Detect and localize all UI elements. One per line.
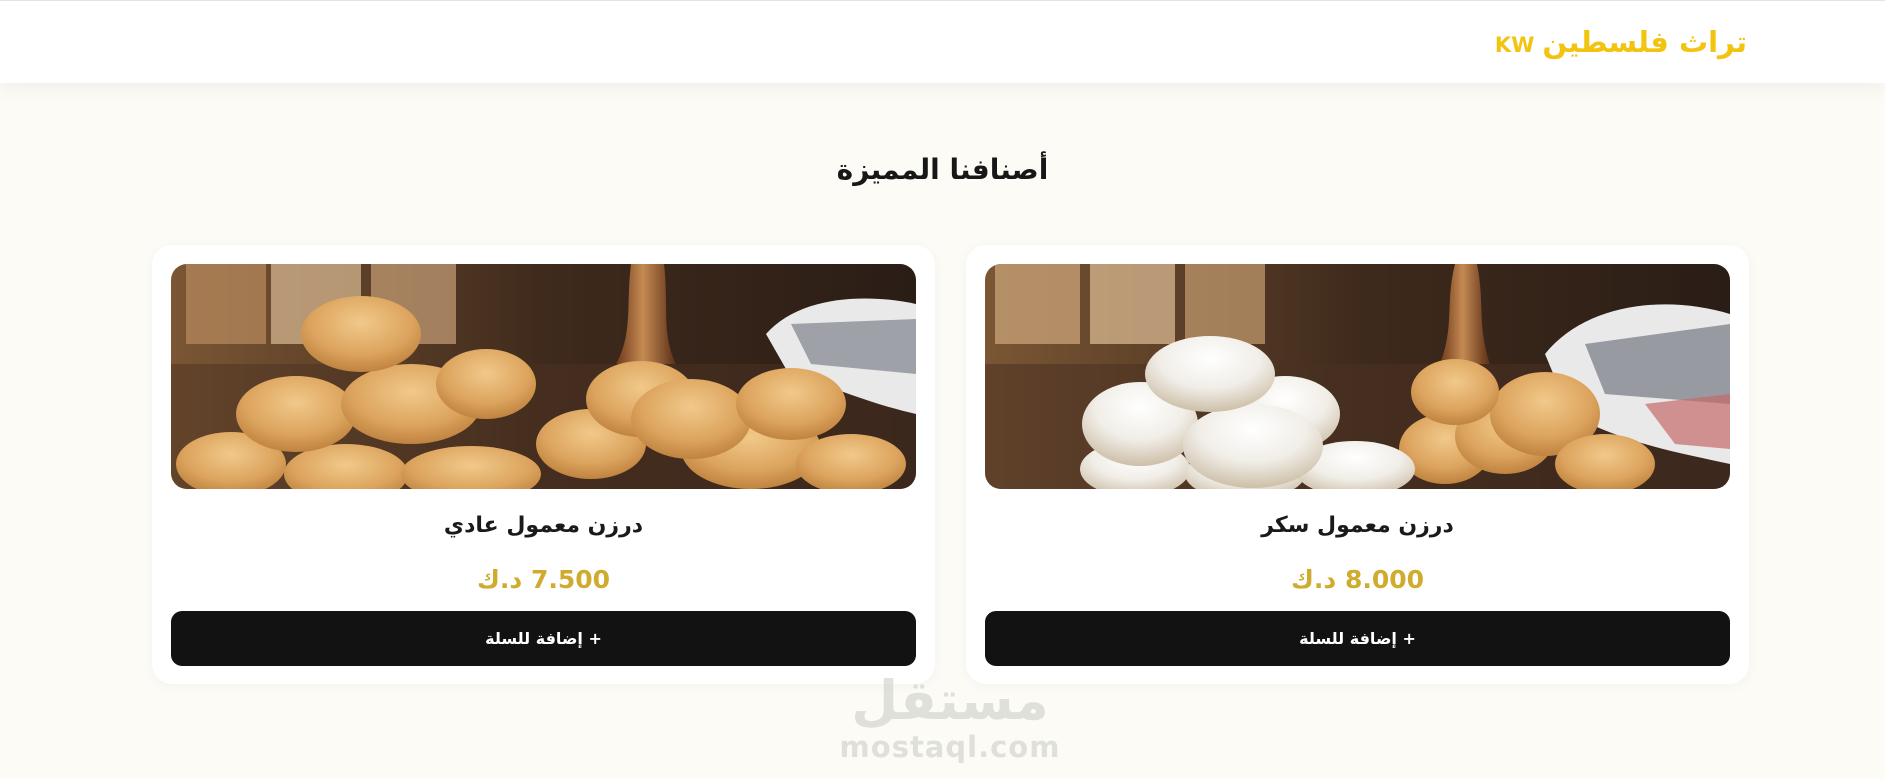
product-price: 8.000 د.ك <box>1290 565 1425 594</box>
maamoul-plain-photo <box>171 264 916 489</box>
add-to-cart-button[interactable]: + إضافة للسلة <box>985 611 1730 666</box>
brand-name: تراث فلسطين <box>1542 25 1747 59</box>
product-card: درزن معمول عادي 7.500 د.ك + إضافة للسلة <box>152 245 935 684</box>
section-title: أصنافنا المميزة <box>836 153 1049 186</box>
brand-suffix: KW <box>1494 33 1535 57</box>
watermark-arabic: مستقل <box>851 669 1049 732</box>
maamoul-sugar-photo <box>985 264 1730 489</box>
product-price: 7.500 د.ك <box>476 565 611 594</box>
watermark-latin: mostaql.com <box>839 730 1061 764</box>
product-name[interactable]: درزن معمول سكر <box>966 513 1749 538</box>
product-card: درزن معمول سكر 8.000 د.ك + إضافة للسلة <box>966 245 1749 684</box>
watermark: مستقل mostaql.com <box>820 669 1080 765</box>
product-image <box>985 264 1730 489</box>
site-header: KW تراث فلسطين <box>0 0 1885 83</box>
product-name[interactable]: درزن معمول عادي <box>152 513 935 538</box>
add-to-cart-button[interactable]: + إضافة للسلة <box>171 611 916 666</box>
brand-logo[interactable]: KW تراث فلسطين <box>1495 25 1747 59</box>
product-image <box>171 264 916 489</box>
